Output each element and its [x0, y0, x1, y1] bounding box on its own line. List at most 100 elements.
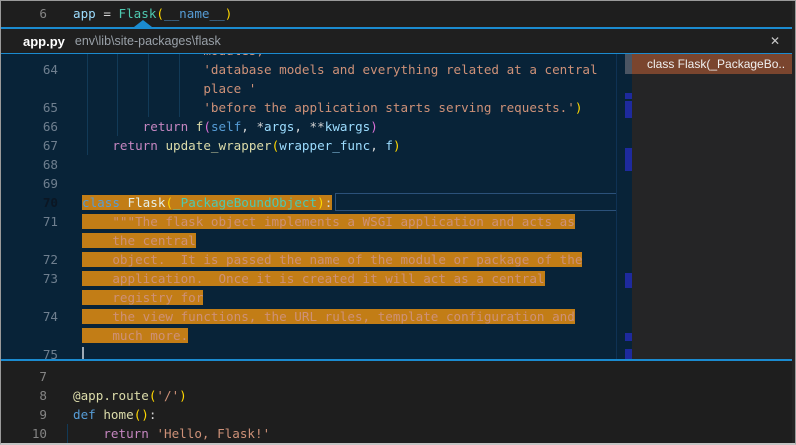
token-var: f — [385, 138, 393, 153]
code-row-9[interactable]: 9 def home(): — [1, 405, 795, 424]
code-text: return update_wrapper(wrapper_func, f) — [82, 136, 401, 155]
code-row-66[interactable]: 66 return f(self, *args, **kwargs) — [1, 117, 616, 136]
token-ctrl: return — [112, 138, 158, 153]
peek-file-path: env\lib\site-packages\flask — [75, 34, 221, 48]
overview-ruler-mark — [625, 349, 632, 359]
code-row-67[interactable]: 67 return update_wrapper(wrapper_func, f… — [1, 136, 616, 155]
code-row-73[interactable]: 73 application. Once it is created it wi… — [1, 269, 616, 288]
code-row-7[interactable]: 7 — [1, 367, 795, 386]
peek-title-bar: app.py env\lib\site-packages\flask ✕ — [1, 29, 795, 53]
reference-list-item-selected[interactable]: class Flask(_PackageBo.. — [632, 54, 795, 74]
line-number: 68 — [1, 155, 58, 174]
selection-highlight: the view functions, the URL rules, templ… — [82, 309, 575, 324]
code-row-72[interactable]: 72 object. It is passed the name of the … — [1, 250, 616, 269]
token-plain: , * — [241, 119, 264, 134]
line-number: 75 — [1, 345, 58, 359]
token-str: registry for — [82, 290, 203, 305]
overview-ruler-mark — [625, 333, 632, 341]
code-text: app = Flask(__name__) — [73, 4, 232, 23]
selection-highlight: object. It is passed the name of the mod… — [82, 252, 582, 267]
line-number: 65 — [1, 98, 58, 117]
token-plain: = — [96, 6, 119, 21]
code-row-wrap[interactable]: registry for — [1, 288, 616, 307]
line-number: 10 — [1, 424, 47, 443]
code-row-8[interactable]: 8 @app.route('/') — [1, 386, 795, 405]
token-str: modules, — [82, 54, 264, 58]
token-p1: ( — [165, 195, 173, 210]
token-p1: ) — [179, 388, 187, 403]
code-row-wrap[interactable]: place ' — [1, 79, 616, 98]
code-text: 'before the application starts serving r… — [82, 98, 582, 117]
text-cursor — [82, 347, 84, 359]
token-cls: Flask — [119, 6, 157, 21]
code-row-10[interactable]: 10 return 'Hello, Flask!' — [1, 424, 795, 443]
line-number: 6 — [1, 4, 47, 23]
code-row-68[interactable]: 68 — [1, 155, 616, 174]
code-row-74[interactable]: 74 the view functions, the URL rules, te… — [1, 307, 616, 326]
window-right-edge — [792, 1, 795, 443]
token-p1: ( — [156, 6, 164, 21]
token-kw: __name__ — [164, 6, 225, 21]
token-plain — [120, 195, 128, 210]
token-p1: ) — [393, 138, 401, 153]
code-text: 'database models and everything related … — [82, 60, 598, 79]
token-str: place ' — [82, 81, 256, 96]
code-text: object. It is passed the name of the mod… — [82, 250, 582, 269]
vscode-editor-window: 6app = Flask(__name__) app.py env\lib\si… — [0, 0, 796, 445]
current-line-border — [335, 193, 616, 211]
token-plain: : — [325, 195, 333, 210]
code-text: class Flask(_PackageBoundObject): — [82, 193, 332, 212]
overview-ruler-mark — [625, 148, 632, 171]
code-row-6[interactable]: 6 app = Flask(__name__) — [1, 4, 795, 23]
indent-guide — [67, 424, 68, 443]
token-ctrl: return — [103, 426, 149, 441]
close-icon[interactable]: ✕ — [765, 31, 785, 51]
main-editor-bottom[interactable]: 78@app.route('/')9def home():10 return '… — [1, 361, 795, 444]
line-number: 66 — [1, 117, 58, 136]
overview-ruler-mark — [625, 101, 632, 118]
token-str: object. It is passed the name of the mod… — [82, 252, 582, 267]
token-var: kwargs — [325, 119, 371, 134]
token-p2: ) — [370, 119, 378, 134]
token-plain — [82, 119, 143, 134]
code-text: application. Once it is created it will … — [82, 269, 545, 288]
token-str: the view functions, the URL rules, templ… — [82, 309, 575, 324]
code-text: much more. — [82, 326, 188, 345]
peek-code-editor[interactable]: modules, 64 'database models and everythi… — [1, 54, 616, 359]
code-row-70[interactable]: 70class Flask(_PackageBoundObject): — [1, 193, 616, 212]
token-str: much more. — [82, 328, 188, 343]
code-row-71[interactable]: 71 """The flask object implements a WSGI… — [1, 212, 616, 231]
code-row-wrap[interactable]: much more. — [1, 326, 616, 345]
token-str: '/' — [156, 388, 179, 403]
code-row-wrap[interactable]: the central — [1, 231, 616, 250]
line-number: 9 — [1, 405, 47, 424]
code-row-65[interactable]: 65 'before the application starts servin… — [1, 98, 616, 117]
code-row-75[interactable]: 75 — [1, 345, 616, 359]
token-p1: () — [134, 407, 149, 422]
line-number: 67 — [1, 136, 58, 155]
selection-highlight: class Flask(_PackageBoundObject): — [82, 195, 332, 210]
peek-body: modules, 64 'database models and everythi… — [1, 54, 795, 359]
code-row-69[interactable]: 69 — [1, 174, 616, 193]
selection-highlight: much more. — [82, 328, 188, 343]
line-number: 69 — [1, 174, 58, 193]
peek-scrollbar[interactable] — [616, 54, 632, 359]
token-var: app — [73, 6, 96, 21]
line-number: 64 — [1, 60, 58, 79]
token-fn: home — [103, 407, 133, 422]
token-p1: ) — [225, 6, 233, 21]
token-fn: update_wrapper — [165, 138, 271, 153]
token-plain — [82, 138, 112, 153]
token-var: wrapper_func — [279, 138, 370, 153]
line-number: 8 — [1, 386, 47, 405]
selection-highlight: """The flask object implements a WSGI ap… — [82, 214, 575, 229]
code-row-64[interactable]: 64 'database models and everything relat… — [1, 60, 616, 79]
code-text: def home(): — [73, 405, 156, 424]
peek-definition-widget: app.py env\lib\site-packages\flask ✕ mod… — [1, 27, 795, 361]
code-text: the view functions, the URL rules, templ… — [82, 307, 575, 326]
token-cls: _PackageBoundObject — [173, 195, 317, 210]
token-var: args — [264, 119, 294, 134]
code-text: @app.route('/') — [73, 386, 187, 405]
overview-ruler-mark — [625, 93, 632, 99]
main-editor-top[interactable]: 6 app = Flask(__name__) — [1, 1, 795, 27]
